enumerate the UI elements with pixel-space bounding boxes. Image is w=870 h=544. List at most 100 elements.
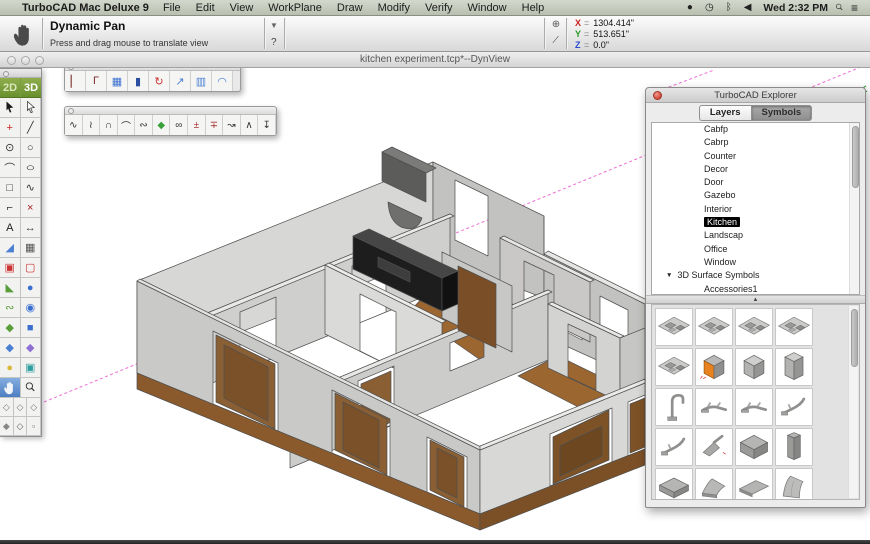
tool-sweep[interactable]: ◆	[0, 318, 21, 338]
tool-select-open[interactable]	[20, 98, 41, 118]
tool-hatch[interactable]: ▦	[20, 238, 41, 258]
thumb-kitchen-layout-2[interactable]	[695, 308, 733, 346]
curve-coil[interactable]: ∞	[170, 115, 189, 135]
menu-item[interactable]: File	[163, 2, 181, 14]
thumb-cabinet[interactable]	[735, 348, 773, 386]
view-grid[interactable]: ▫	[27, 417, 41, 436]
notification-center-icon[interactable]: ≡	[851, 1, 858, 15]
view-shaded[interactable]: ◆	[0, 417, 14, 436]
window-zoom-button[interactable]	[35, 56, 44, 65]
thumb-kitchen-layout-4[interactable]	[775, 308, 813, 346]
tool-dimension[interactable]: ↔	[20, 218, 41, 238]
view-iso-1[interactable]: ◇	[0, 398, 14, 417]
list-item[interactable]: Door	[652, 176, 859, 189]
curve-project[interactable]: ↧	[258, 115, 276, 135]
list-item[interactable]: Window	[652, 256, 859, 269]
tool-rectangle[interactable]: □	[0, 178, 21, 198]
menu-item[interactable]: Modify	[378, 2, 410, 14]
menu-item[interactable]: WorkPlane	[268, 2, 322, 14]
list-item[interactable]: Cabfp	[652, 123, 859, 136]
window-close-button[interactable]	[7, 56, 16, 65]
curve-arc[interactable]: ⌒	[117, 115, 136, 135]
curve-arc-3pt[interactable]: ∩	[100, 115, 118, 135]
tool-boolean[interactable]: ◆	[20, 338, 41, 358]
tool-roof[interactable]: ◢	[0, 238, 21, 258]
curve-bezier[interactable]: ≀	[82, 115, 101, 135]
thumb-hood-flat[interactable]	[735, 468, 773, 499]
thumb-sprayer[interactable]	[695, 428, 733, 466]
list-item[interactable]: Decor	[652, 163, 859, 176]
view-iso-3[interactable]: ◇	[27, 398, 41, 417]
thumb-appliance-wide[interactable]	[655, 468, 693, 499]
list-scrollbar-thumb[interactable]	[851, 126, 859, 188]
tool-group[interactable]: ▣	[0, 258, 21, 278]
palette-close-icon[interactable]	[3, 71, 9, 77]
arch-door[interactable]: ▮	[128, 71, 149, 91]
curve-edit[interactable]: ↝	[223, 115, 241, 135]
thumb-faucet-4[interactable]	[655, 428, 693, 466]
tool-circle-center[interactable]: ⊙	[0, 138, 21, 158]
thumb-kitchen-layout-5[interactable]	[655, 348, 693, 386]
curve-sketch[interactable]: ∾	[135, 115, 153, 135]
tool-point[interactable]: +	[0, 118, 21, 138]
arch-roof-slab[interactable]: ↗	[170, 71, 191, 91]
curve-add-node[interactable]: ±	[188, 115, 206, 135]
spotlight-icon[interactable]	[834, 2, 845, 14]
arch-toolbar-title-bar[interactable]	[65, 68, 240, 71]
mode-2d-tab[interactable]: 2D	[0, 78, 21, 97]
list-scrollbar[interactable]	[849, 123, 859, 294]
explorer-close-icon[interactable]	[653, 91, 662, 100]
arch-roof[interactable]: ◠	[212, 71, 233, 91]
window-minimize-button[interactable]	[21, 56, 30, 65]
thumb-hood-wedge[interactable]	[695, 468, 733, 499]
view-wireframe[interactable]: ◇	[13, 417, 28, 436]
tool-select[interactable]	[0, 98, 21, 118]
curve-spline[interactable]: ∿	[65, 115, 83, 135]
menu-item[interactable]: Window	[468, 2, 507, 14]
menu-item[interactable]: View	[230, 2, 254, 14]
tool-prism[interactable]: ◆	[0, 338, 21, 358]
tool-text[interactable]: A	[0, 218, 21, 238]
list-item[interactable]: Kitchen	[652, 216, 859, 229]
curve-toolbar-title-bar[interactable]	[65, 107, 276, 115]
thumb-faucet-2[interactable]	[735, 388, 773, 426]
list-item[interactable]: Accessories1	[652, 283, 859, 294]
arch-wall[interactable]: ▏	[65, 71, 86, 91]
list-item[interactable]: Gazebo	[652, 189, 859, 202]
tool-cross-trim[interactable]: ×	[20, 198, 41, 218]
list-item[interactable]: Interior	[652, 203, 859, 216]
grid-scrollbar[interactable]	[848, 306, 858, 498]
tool-arc[interactable]: ⌒	[0, 158, 21, 178]
arch-corner-wall[interactable]: Γ	[86, 71, 107, 91]
drawing-canvas[interactable]: 2D 3D + ╱ ⊙ ○ ⌒ ○ □ ∿ ⌐ × A ↔ ◢ ▦ ▣ ▢ ◣ ● ∾ ◉ ◆ ■ ◆ ◆ ● ▣ ◇ ◇ ◇ ◆ ◇ ▫	[0, 68, 870, 540]
list-item[interactable]: Office	[652, 243, 859, 256]
curve-corner[interactable]: ∧	[240, 115, 259, 135]
tool-sphere[interactable]: ●	[20, 278, 41, 298]
tool-ungroup[interactable]: ▢	[20, 258, 41, 278]
arch-toolbar-close-icon[interactable]	[68, 68, 74, 70]
thumb-hood-curved[interactable]	[775, 468, 813, 499]
curve-surface[interactable]: ◆	[152, 115, 171, 135]
tool-line[interactable]: ╱	[20, 118, 41, 138]
arch-convert[interactable]: ↻	[149, 71, 170, 91]
tool-twist[interactable]: ∾	[0, 298, 21, 318]
angle-toggle-icon[interactable]: ∕	[548, 35, 564, 46]
menu-item[interactable]: Verify	[425, 2, 453, 14]
app-menu-title[interactable]: TurboCAD Mac Deluxe 9	[22, 2, 149, 14]
thumb-appliance-tall[interactable]	[775, 428, 813, 466]
menu-extra-icon[interactable]: ●	[687, 2, 693, 13]
thumb-appliance-large[interactable]	[735, 428, 773, 466]
thumb-cabinet-selected[interactable]	[695, 348, 733, 386]
tool-pan-active[interactable]	[0, 378, 21, 398]
tab-symbols[interactable]: Symbols	[750, 104, 813, 121]
tool-material-panel[interactable]: ▣	[20, 358, 41, 378]
tool-polyline[interactable]: ⌐	[0, 198, 21, 218]
symbol-category-list[interactable]: Cabfp Cabrp Counter Decor Door Gazebo Interior…	[651, 122, 860, 295]
tool-options-dropdown[interactable]: ▼	[270, 21, 278, 30]
tool-cone[interactable]: ◣	[0, 278, 21, 298]
curve-toolbar-close-icon[interactable]	[68, 108, 74, 114]
list-item[interactable]: Counter	[652, 150, 859, 163]
view-iso-2[interactable]: ◇	[13, 398, 28, 417]
explorer-title-bar[interactable]: TurboCAD Explorer	[646, 88, 865, 103]
arch-wall-pattern[interactable]: ▥	[191, 71, 212, 91]
